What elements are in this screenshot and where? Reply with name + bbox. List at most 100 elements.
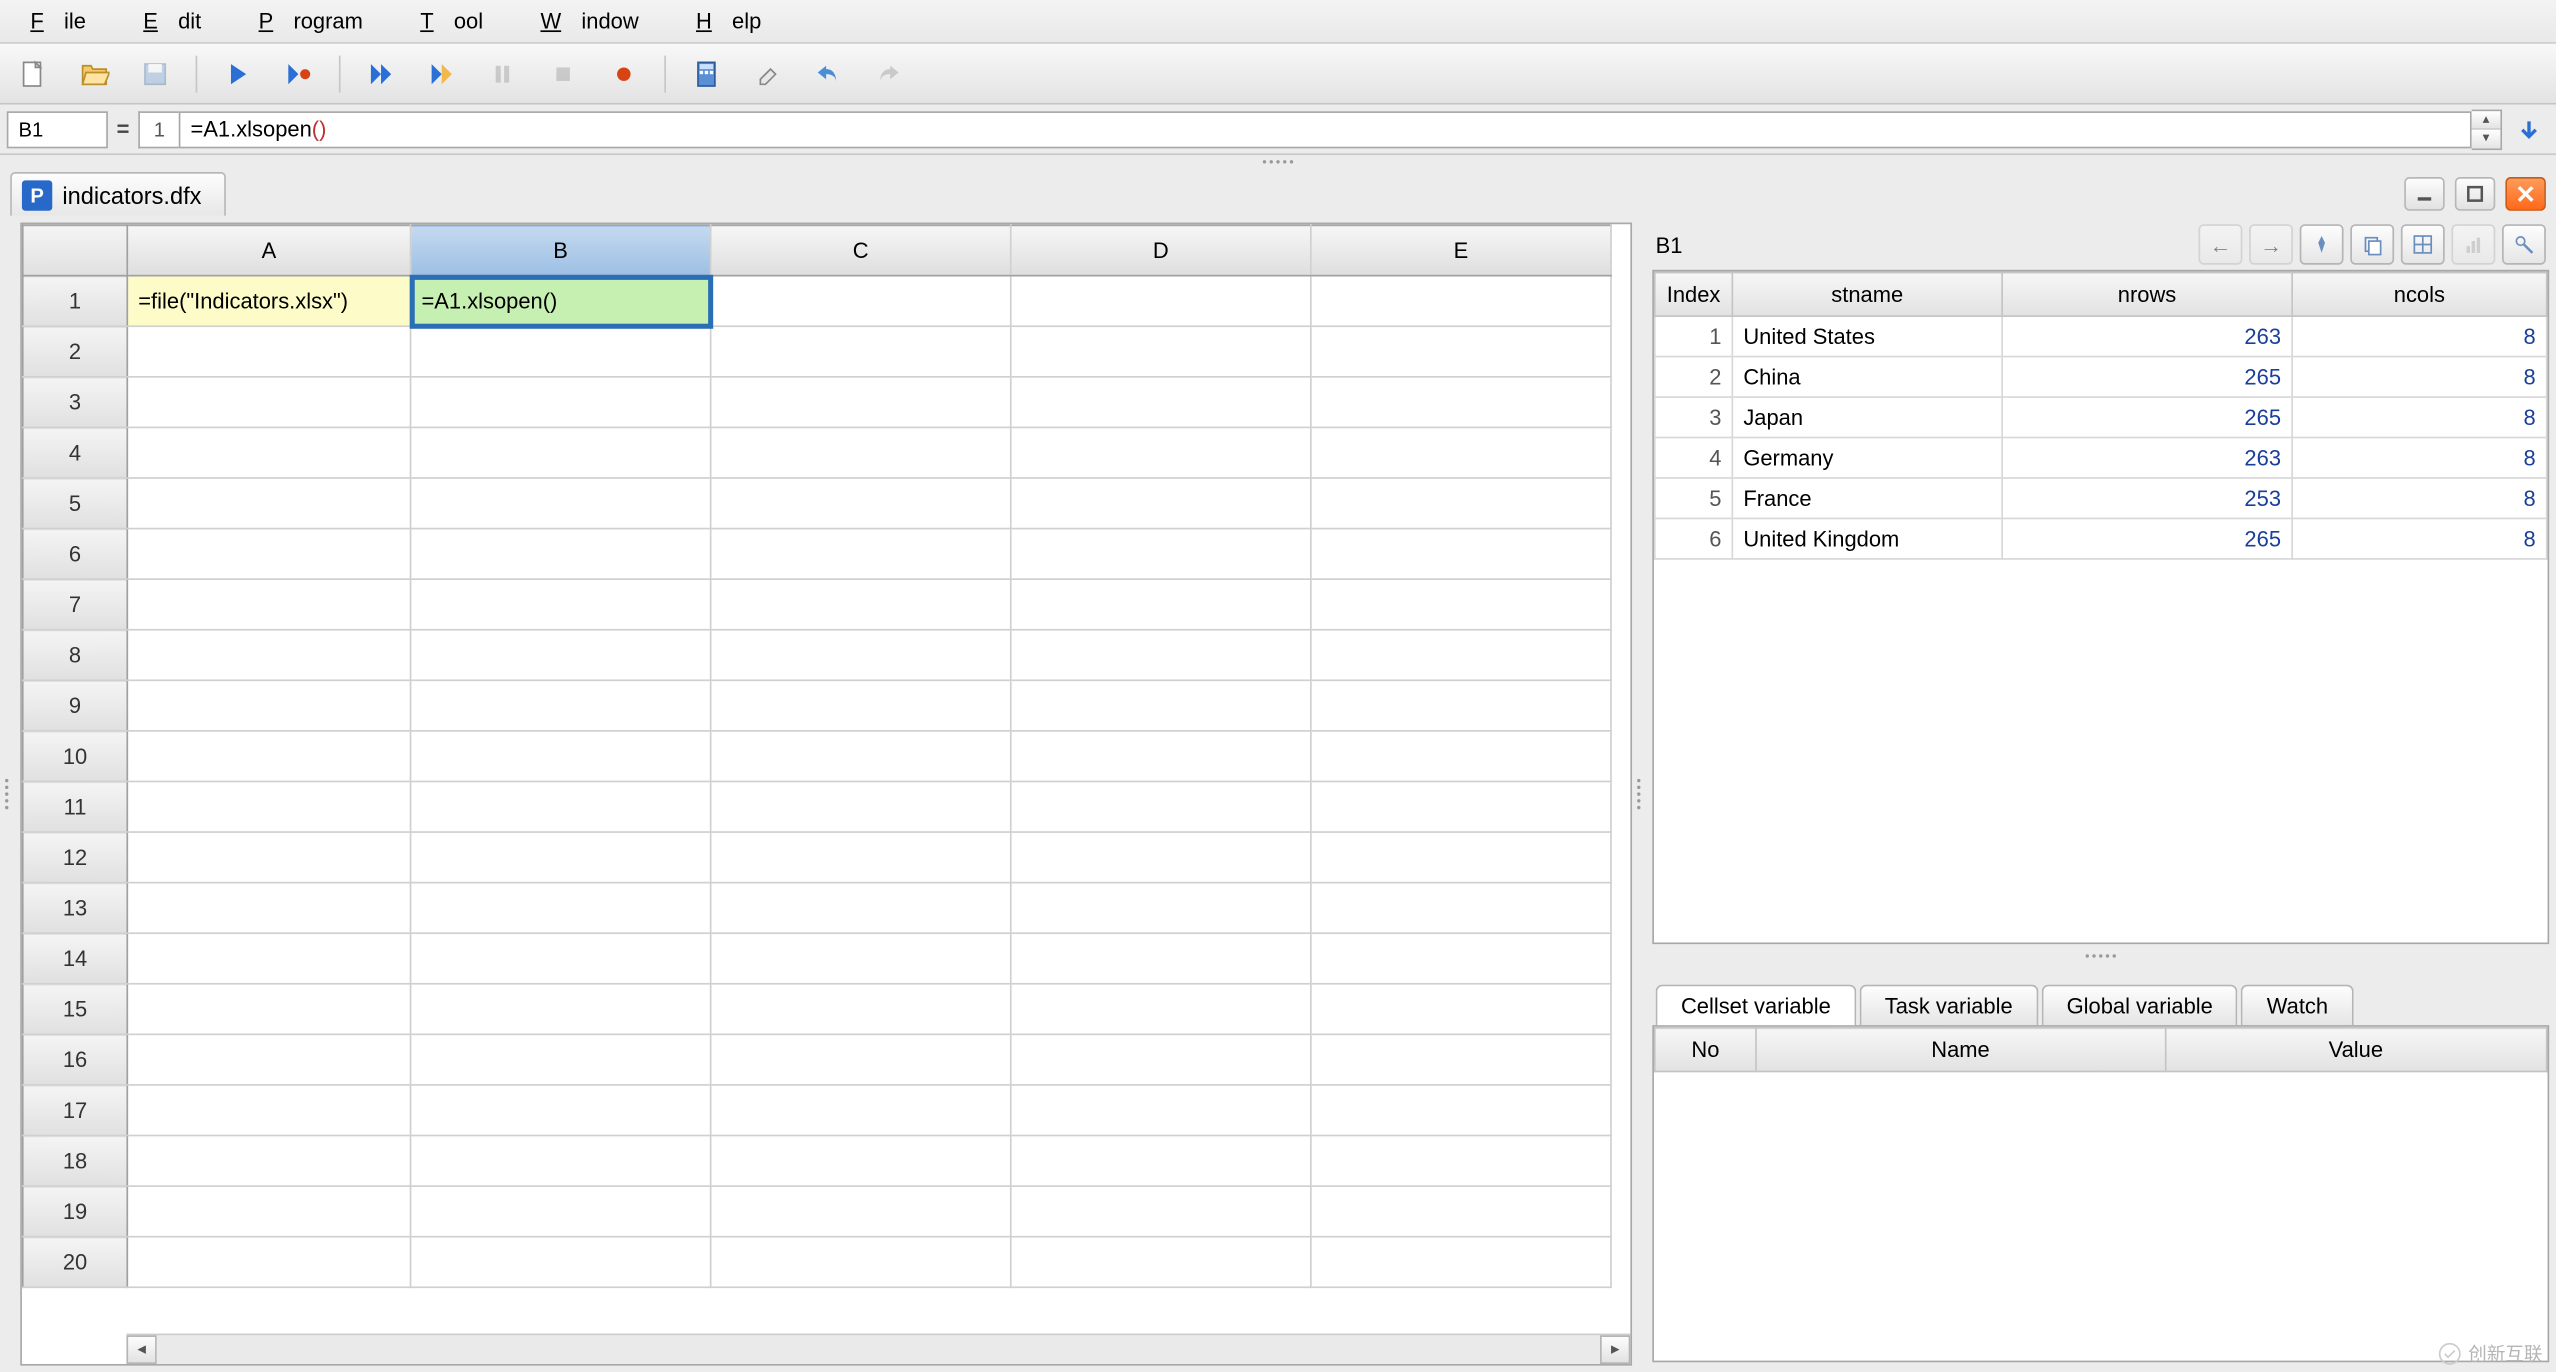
grid-cell[interactable]: =A1.xlsopen() <box>411 276 711 327</box>
row-header[interactable]: 4 <box>23 427 128 478</box>
menu-window[interactable]: Window <box>520 5 659 37</box>
grid-cell[interactable] <box>411 377 711 428</box>
grid-cell[interactable] <box>411 680 711 731</box>
scroll-left-icon[interactable]: ◂ <box>126 1335 156 1364</box>
row-header[interactable]: 15 <box>23 984 128 1035</box>
grid-cell[interactable] <box>711 478 1011 529</box>
grid-cell[interactable] <box>1011 427 1311 478</box>
grid-cell[interactable] <box>711 427 1011 478</box>
col-nrows[interactable]: nrows <box>2002 272 2292 316</box>
row-header[interactable]: 14 <box>23 933 128 984</box>
column-header[interactable]: D <box>1011 225 1311 276</box>
grid-cell[interactable]: =file("Indicators.xlsx") <box>127 276 410 327</box>
grid-cell[interactable] <box>1011 1034 1311 1085</box>
grid-cell[interactable] <box>1311 1034 1611 1085</box>
grid-cell[interactable] <box>1011 832 1311 883</box>
grid-cell[interactable] <box>127 1085 410 1136</box>
grid-cell[interactable] <box>1311 1186 1611 1237</box>
column-header[interactable]: B <box>411 225 711 276</box>
save-icon[interactable] <box>135 53 175 93</box>
grid-cell[interactable] <box>711 377 1011 428</box>
row-header[interactable]: 11 <box>23 781 128 832</box>
grid-cell[interactable] <box>711 326 1011 377</box>
grid-cell[interactable] <box>411 1085 711 1136</box>
redo-icon[interactable] <box>868 53 908 93</box>
menu-tool[interactable]: Tool <box>400 5 503 37</box>
grid-cell[interactable] <box>1311 1136 1611 1187</box>
grid-cell[interactable] <box>711 1085 1011 1136</box>
menu-edit[interactable]: Edit <box>123 5 221 37</box>
pause-icon[interactable] <box>482 53 522 93</box>
col-stname[interactable]: stname <box>1732 272 2002 316</box>
grid-cell[interactable] <box>127 781 410 832</box>
table-row[interactable]: 1United States2638 <box>1655 316 2547 356</box>
grid-cell[interactable] <box>1311 579 1611 630</box>
grid-cell[interactable] <box>411 579 711 630</box>
grid-cell[interactable] <box>411 781 711 832</box>
table-row[interactable]: 3Japan2658 <box>1655 397 2547 437</box>
grid-cell[interactable] <box>711 680 1011 731</box>
row-header[interactable]: 16 <box>23 1034 128 1085</box>
horizontal-splitter[interactable] <box>0 155 2556 168</box>
horizontal-splitter[interactable] <box>1646 949 2556 962</box>
nav-back-icon[interactable]: ← <box>2199 224 2243 264</box>
grid-cell[interactable] <box>127 377 410 428</box>
grid-cell[interactable] <box>1011 478 1311 529</box>
formula-spinner[interactable]: ▴▾ <box>2472 109 2502 149</box>
eraser-icon[interactable] <box>747 53 787 93</box>
grid-cell[interactable] <box>1011 377 1311 428</box>
grid-cell[interactable] <box>411 883 711 934</box>
variable-table[interactable]: No Name Value <box>1652 1025 2549 1362</box>
grid-view-icon[interactable] <box>2401 224 2445 264</box>
row-header[interactable]: 19 <box>23 1186 128 1237</box>
tab-task-variable[interactable]: Task variable <box>1859 985 2038 1025</box>
grid-cell[interactable] <box>411 984 711 1035</box>
table-row[interactable]: 5France2538 <box>1655 478 2547 518</box>
table-row[interactable]: 2China2658 <box>1655 357 2547 397</box>
calculator-icon[interactable] <box>686 53 726 93</box>
grid-cell[interactable] <box>1011 276 1311 327</box>
row-header[interactable]: 3 <box>23 377 128 428</box>
expand-formula-icon[interactable] <box>2509 110 2549 147</box>
grid-cell[interactable] <box>1311 933 1611 984</box>
row-header[interactable]: 5 <box>23 478 128 529</box>
grid-cell[interactable] <box>127 1186 410 1237</box>
grid-cell[interactable] <box>711 1186 1011 1237</box>
grid-cell[interactable] <box>127 731 410 782</box>
grid-cell[interactable] <box>411 478 711 529</box>
debug-breakpoint-icon[interactable] <box>278 53 318 93</box>
grid-cell[interactable] <box>127 1136 410 1187</box>
run-icon[interactable] <box>217 53 257 93</box>
grid-cell[interactable] <box>1311 680 1611 731</box>
grid-cell[interactable] <box>1011 883 1311 934</box>
grid-cell[interactable] <box>127 579 410 630</box>
grid-cell[interactable] <box>1311 377 1611 428</box>
menu-help[interactable]: Help <box>676 5 782 37</box>
copy-icon[interactable] <box>2350 224 2394 264</box>
grid-cell[interactable] <box>127 883 410 934</box>
grid-cell[interactable] <box>127 933 410 984</box>
grid-cell[interactable] <box>411 427 711 478</box>
step-over-icon[interactable] <box>361 53 401 93</box>
row-header[interactable]: 6 <box>23 529 128 580</box>
file-tab[interactable]: P indicators.dfx <box>10 172 227 216</box>
grid-cell[interactable] <box>1311 832 1611 883</box>
grid-cell[interactable] <box>1311 883 1611 934</box>
chart-icon[interactable] <box>2451 224 2495 264</box>
grid-cell[interactable] <box>1011 1237 1311 1288</box>
row-header[interactable]: 18 <box>23 1136 128 1187</box>
grid-cell[interactable] <box>1311 630 1611 681</box>
row-header[interactable]: 7 <box>23 579 128 630</box>
grid-cell[interactable] <box>411 630 711 681</box>
grid-cell[interactable] <box>711 276 1011 327</box>
menu-file[interactable]: File <box>10 5 106 37</box>
grid-cell[interactable] <box>1011 781 1311 832</box>
column-header[interactable]: A <box>127 225 410 276</box>
new-file-icon[interactable] <box>13 53 53 93</box>
vertical-splitter-left[interactable] <box>0 219 13 1369</box>
grid-cell[interactable] <box>127 478 410 529</box>
grid-cell[interactable] <box>1311 1085 1611 1136</box>
row-header[interactable]: 10 <box>23 731 128 782</box>
row-header[interactable]: 9 <box>23 680 128 731</box>
grid-cell[interactable] <box>711 1237 1011 1288</box>
